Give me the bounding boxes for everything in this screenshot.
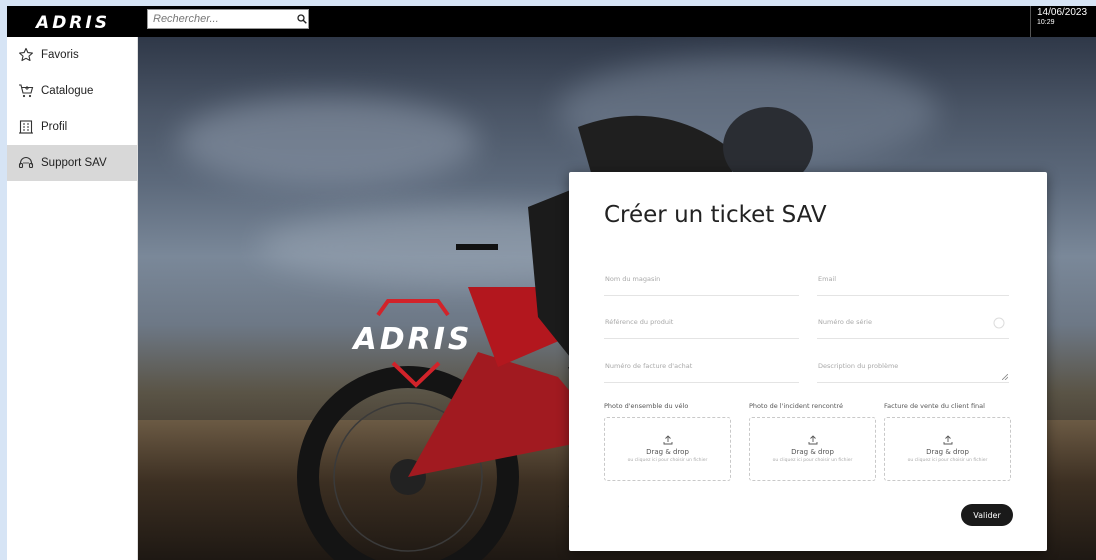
- field-placeholder: Référence du produit: [605, 318, 674, 326]
- app-window: ADRIS 14/06/2023 10:29 Favoris Catalogue…: [7, 6, 1096, 560]
- svg-text:ADRIS: ADRIS: [352, 322, 473, 357]
- sidebar-item-profil[interactable]: Profil: [7, 109, 137, 145]
- upload-label-invoice: Facture de vente du client final: [884, 402, 985, 410]
- dropzone-sub-text: ou cliquez ici pour choisir un fichier: [627, 458, 708, 463]
- upload-dropzone-incident[interactable]: Drag & drop ou cliquez ici pour choisir …: [749, 417, 876, 481]
- star-icon: [19, 47, 33, 62]
- email-field[interactable]: Email: [817, 262, 1009, 296]
- upload-icon: [663, 435, 672, 445]
- sidebar-item-label: Catalogue: [41, 85, 94, 97]
- dropzone-sub-text: ou cliquez ici pour choisir un fichier: [907, 458, 988, 463]
- problem-description-field[interactable]: Description du problème: [817, 349, 1009, 383]
- upload-icon: [943, 435, 952, 445]
- dropzone-main-text: Drag & drop: [646, 448, 689, 456]
- store-name-field[interactable]: Nom du magasin: [604, 262, 799, 296]
- time-text: 10:29: [1037, 19, 1055, 26]
- product-reference-field[interactable]: Référence du produit: [604, 305, 799, 339]
- datetime-display: 14/06/2023 10:29: [1030, 6, 1096, 37]
- date-text: 14/06/2023: [1037, 7, 1088, 18]
- field-placeholder: Nom du magasin: [605, 275, 661, 283]
- field-placeholder: Description du problème: [818, 362, 899, 370]
- sidebar-item-label: Favoris: [41, 49, 79, 61]
- sidebar: Favoris Catalogue Profil Support SAV: [7, 37, 138, 560]
- submit-button[interactable]: Valider: [961, 504, 1013, 526]
- upload-dropzone-bike[interactable]: Drag & drop ou cliquez ici pour choisir …: [604, 417, 731, 481]
- top-bar: ADRIS 14/06/2023 10:29: [7, 6, 1096, 37]
- headset-icon: [18, 157, 34, 169]
- resize-handle-icon[interactable]: [1002, 374, 1008, 380]
- sidebar-item-label: Profil: [41, 121, 68, 133]
- brand-logo-mark: ADRIS: [34, 13, 110, 32]
- sidebar-item-catalogue[interactable]: Catalogue: [7, 73, 137, 109]
- dropzone-main-text: Drag & drop: [926, 448, 969, 456]
- search-icon[interactable]: [296, 10, 308, 28]
- form-title: Créer un ticket SAV: [604, 202, 827, 228]
- upload-dropzone-invoice[interactable]: Drag & drop ou cliquez ici pour choisir …: [884, 417, 1011, 481]
- upload-icon: [808, 435, 817, 445]
- cart-icon: [19, 84, 34, 98]
- field-placeholder: Numéro de série: [818, 318, 872, 326]
- info-icon[interactable]: [993, 317, 1005, 329]
- dropzone-sub-text: ou cliquez ici pour choisir un fichier: [772, 458, 853, 463]
- search-input[interactable]: [148, 10, 296, 28]
- upload-label-bike: Photo d'ensemble du vélo: [604, 402, 689, 410]
- search-box: [147, 9, 309, 29]
- invoice-number-field[interactable]: Numéro de facture d'achat: [604, 349, 799, 383]
- sidebar-item-support-sav[interactable]: Support SAV: [7, 145, 137, 181]
- hero-brand-logo: ADRIS: [352, 299, 473, 388]
- sidebar-item-label: Support SAV: [41, 157, 107, 169]
- dropzone-main-text: Drag & drop: [791, 448, 834, 456]
- building-icon: [19, 120, 33, 134]
- upload-label-incident: Photo de l'incident rencontré: [749, 402, 843, 410]
- svg-text:ADRIS: ADRIS: [34, 13, 110, 32]
- create-ticket-form: Créer un ticket SAV Nom du magasin Email…: [569, 172, 1047, 551]
- field-placeholder: Email: [818, 275, 837, 283]
- brand-logo[interactable]: ADRIS: [7, 6, 138, 37]
- field-placeholder: Numéro de facture d'achat: [605, 362, 693, 370]
- serial-number-field[interactable]: Numéro de série: [817, 305, 1009, 339]
- sidebar-item-favoris[interactable]: Favoris: [7, 37, 137, 73]
